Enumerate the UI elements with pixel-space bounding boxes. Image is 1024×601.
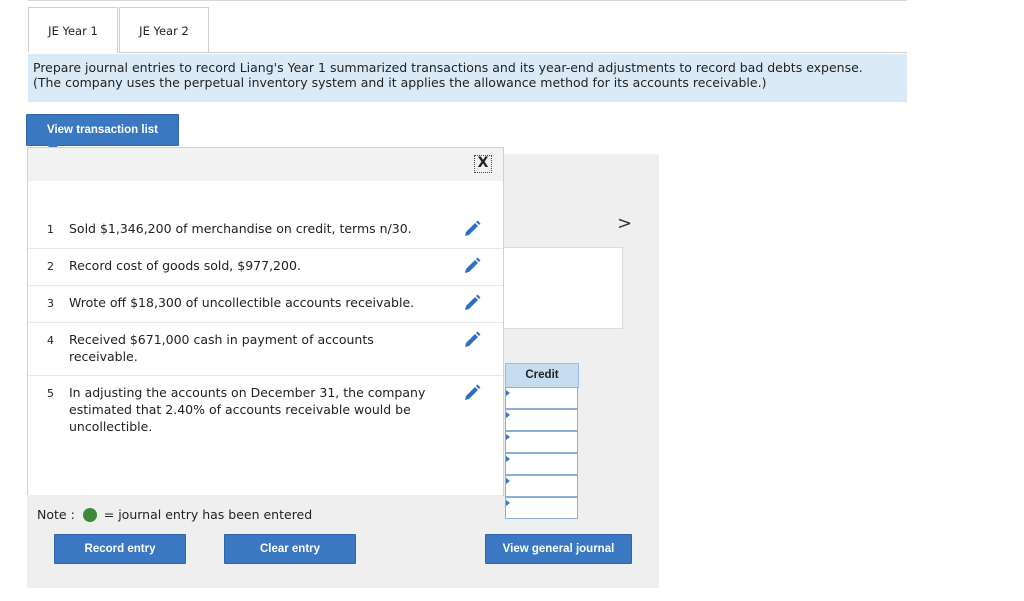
instructions-panel: Prepare journal entries to record Liang'… <box>28 54 907 102</box>
edit-pencil-icon[interactable] <box>462 383 482 403</box>
transaction-number: 4 <box>47 334 54 347</box>
transaction-number: 1 <box>47 223 54 236</box>
view-general-journal-button[interactable]: View general journal <box>485 534 632 564</box>
credit-input-3[interactable] <box>505 431 578 453</box>
close-icon[interactable]: X <box>474 155 492 173</box>
transaction-text: Sold $1,346,200 of merchandise on credit… <box>69 221 412 236</box>
instructions-line-2: (The company uses the perpetual inventor… <box>33 75 767 90</box>
transaction-text: In adjusting the accounts on December 31… <box>69 385 426 434</box>
popup-header: X <box>28 148 503 181</box>
cell-marker-icon <box>506 478 510 484</box>
credit-input-2[interactable] <box>505 409 578 431</box>
transaction-text: Received $671,000 cash in payment of acc… <box>69 332 374 364</box>
credit-input-5[interactable] <box>505 475 578 497</box>
transaction-text: Record cost of goods sold, $977,200. <box>69 258 301 273</box>
note-text: = journal entry has been entered <box>103 507 313 522</box>
credit-column-header: Credit <box>505 363 579 388</box>
view-transaction-list-button[interactable]: View transaction list <box>26 114 179 151</box>
cell-marker-icon <box>506 412 510 418</box>
cell-marker-icon <box>506 390 510 396</box>
clear-entry-button[interactable]: Clear entry <box>224 534 356 564</box>
entered-status-dot-icon <box>82 508 97 522</box>
chevron-right-icon[interactable]: > <box>617 213 632 234</box>
transaction-row: 3 Wrote off $18,300 of uncollectible acc… <box>28 286 503 323</box>
cell-marker-icon <box>506 434 510 440</box>
credit-input-6[interactable] <box>505 497 578 519</box>
view-transaction-list-label: View transaction list <box>47 124 158 136</box>
transaction-number: 2 <box>47 260 54 273</box>
legend-note: Note : = journal entry has been entered <box>37 506 312 523</box>
tab-je-year-1[interactable]: JE Year 1 <box>28 7 118 52</box>
transaction-row: 1 Sold $1,346,200 of merchandise on cred… <box>28 212 503 249</box>
transaction-text: Wrote off $18,300 of uncollectible accou… <box>69 295 415 310</box>
transaction-row: 4 Received $671,000 cash in payment of a… <box>28 323 503 376</box>
journal-entry-box <box>503 247 623 329</box>
transaction-number: 3 <box>47 297 54 310</box>
instructions-line-1: Prepare journal entries to record Liang'… <box>33 60 863 75</box>
note-prefix: Note : <box>37 507 75 522</box>
transaction-list-popup: X 1 Sold $1,346,200 of merchandise on cr… <box>27 147 504 496</box>
edit-pencil-icon[interactable] <box>462 293 482 313</box>
transaction-row: 2 Record cost of goods sold, $977,200. <box>28 249 503 286</box>
transaction-row: 5 In adjusting the accounts on December … <box>28 376 503 436</box>
edit-pencil-icon[interactable] <box>462 330 482 350</box>
edit-pencil-icon[interactable] <box>462 219 482 239</box>
credit-input-1[interactable] <box>505 387 578 409</box>
tab-je-year-2[interactable]: JE Year 2 <box>119 7 209 52</box>
transaction-number: 5 <box>47 387 54 400</box>
record-entry-button[interactable]: Record entry <box>54 534 186 564</box>
tab-divider <box>117 52 907 53</box>
top-divider <box>28 0 907 1</box>
credit-input-4[interactable] <box>505 453 578 475</box>
cell-marker-icon <box>506 500 510 506</box>
edit-pencil-icon[interactable] <box>462 256 482 276</box>
cell-marker-icon <box>506 456 510 462</box>
